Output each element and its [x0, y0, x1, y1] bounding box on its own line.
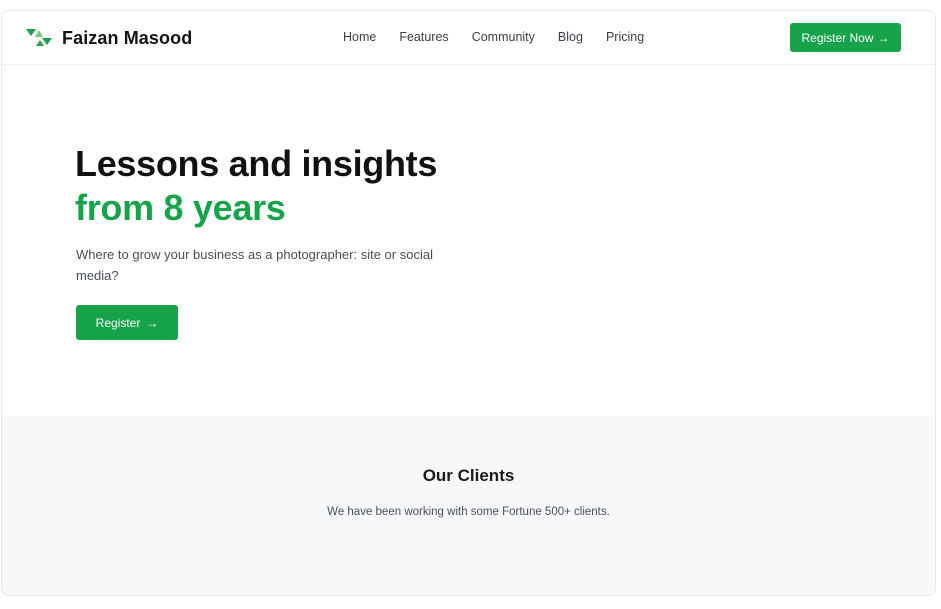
page-frame: Faizan Masood Home Features Community Bl…	[1, 10, 936, 596]
clients-title: Our Clients	[422, 466, 515, 485]
arrow-right-icon: →	[146, 315, 159, 330]
brand[interactable]: Faizan Masood	[26, 27, 192, 49]
clients-subtitle: We have been working with some Fortune 5…	[327, 506, 610, 518]
register-now-label: Register Now	[801, 30, 874, 45]
site-header: Faizan Masood Home Features Community Bl…	[2, 11, 935, 65]
hero-title-line1: Lessons and insights	[75, 143, 438, 184]
nav-community[interactable]: Community	[472, 30, 535, 44]
nav-home[interactable]: Home	[343, 30, 376, 44]
register-label: Register	[95, 315, 141, 330]
hero-section: Lessons and insights from 8 years Where …	[2, 66, 935, 416]
main-nav: Home Features Community Blog Pricing	[343, 30, 667, 44]
brand-name: Faizan Masood	[62, 27, 193, 48]
triangles-logo-icon	[26, 29, 52, 46]
nav-pricing[interactable]: Pricing	[606, 30, 644, 44]
hero-title-line2: from 8 years	[75, 187, 286, 228]
arrow-right-icon: →	[877, 30, 890, 45]
nav-blog[interactable]: Blog	[558, 30, 583, 44]
hero-lead: Where to grow your business as a photogr…	[76, 247, 433, 283]
hero-title: Lessons and insights from 8 years	[75, 142, 437, 230]
register-button[interactable]: Register →	[76, 305, 178, 340]
clients-section: Our Clients We have been working with so…	[2, 416, 935, 595]
nav-features[interactable]: Features	[399, 30, 448, 44]
register-now-button[interactable]: Register Now →	[790, 23, 901, 52]
